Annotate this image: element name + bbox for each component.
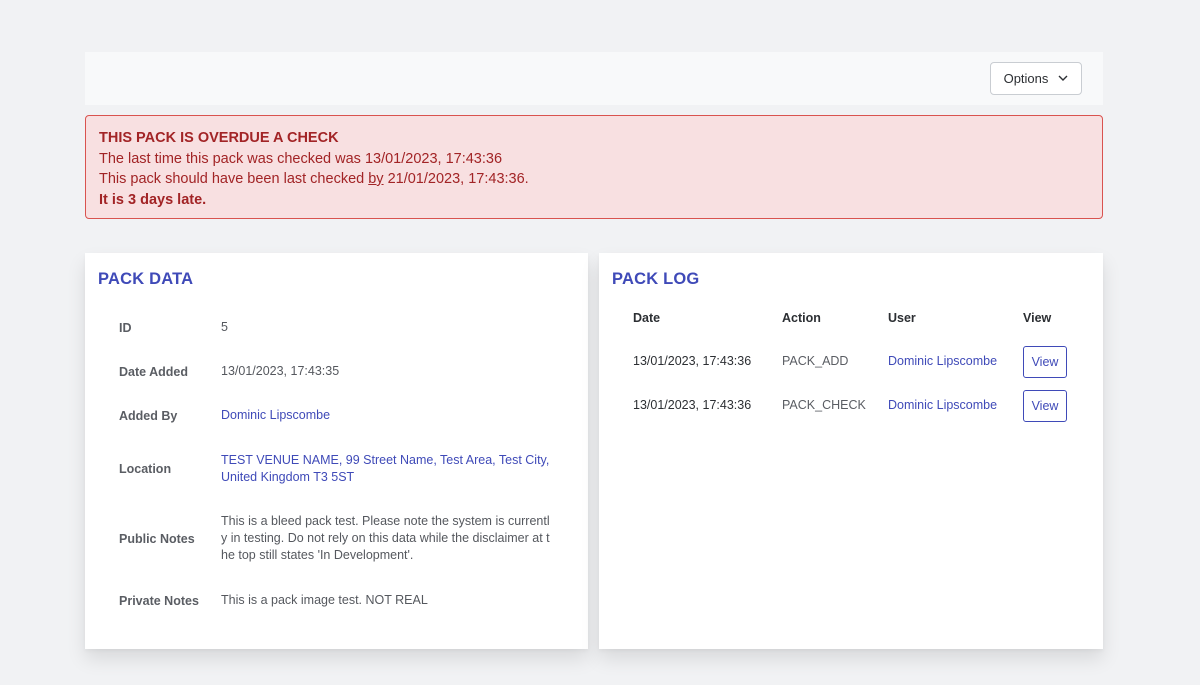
options-label: Options — [1003, 71, 1049, 86]
pack-id-value: 5 — [221, 320, 228, 334]
log-user-link[interactable]: Dominic Lipscombe — [888, 398, 997, 412]
date-added-value: 13/01/2023, 17:43:35 — [221, 364, 340, 378]
private-notes-value: This is a pack image test. NOT REAL — [221, 593, 428, 607]
added-by-row: Added By Dominic Lipscombe — [119, 407, 559, 424]
pack-log-card: PACK LOG Date Action User View 13/01/202… — [599, 253, 1103, 649]
added-by-user-link[interactable]: Dominic Lipscombe — [221, 407, 551, 424]
alert-days-late: It is 3 days late. — [99, 191, 207, 208]
view-log-button[interactable]: View — [1023, 390, 1067, 422]
public-notes-row: Public Notes This is a bleed pack test. … — [119, 513, 559, 564]
alert-due-date: 21/01/2023, 17:43:36. — [383, 171, 529, 187]
pack-id-row: ID 5 — [119, 319, 559, 336]
pack-data-title: PACK DATA — [98, 270, 194, 288]
log-date: 13/01/2023, 17:43:36 — [633, 354, 752, 368]
col-action-header: Action — [782, 311, 821, 325]
public-notes-value: This is a bleed pack test. Please note t… — [221, 514, 550, 562]
alert-due-prefix: This pack should have been last checked — [99, 171, 369, 187]
location-link[interactable]: TEST VENUE NAME, 99 Street Name, Test Ar… — [221, 452, 551, 486]
col-user-header: User — [888, 311, 916, 325]
options-dropdown-button[interactable]: Options — [990, 62, 1082, 95]
alert-due-by: This pack should have been last checked … — [99, 169, 1089, 190]
log-date: 13/01/2023, 17:43:36 — [633, 398, 752, 412]
date-added-label: Date Added — [119, 364, 188, 379]
log-action: PACK_CHECK — [782, 398, 866, 412]
col-view-header: View — [1023, 311, 1052, 325]
pack-log-title: PACK LOG — [612, 270, 700, 288]
col-date-header: Date — [633, 311, 661, 325]
log-user-link[interactable]: Dominic Lipscombe — [888, 354, 997, 368]
public-notes-label: Public Notes — [119, 531, 195, 546]
private-notes-row: Private Notes This is a pack image test.… — [119, 592, 559, 609]
pack-data-card: PACK DATA ID 5 Date Added 13/01/2023, 17… — [85, 253, 588, 649]
pack-id-label: ID — [119, 320, 132, 335]
overdue-alert: THIS PACK IS OVERDUE A CHECK The last ti… — [85, 115, 1103, 219]
location-label: Location — [119, 462, 172, 476]
view-log-button[interactable]: View — [1023, 346, 1067, 378]
location-row: Location TEST VENUE NAME, 99 Street Name… — [119, 452, 559, 486]
alert-title: THIS PACK IS OVERDUE A CHECK — [99, 130, 339, 146]
log-action: PACK_ADD — [782, 354, 849, 368]
chevron-down-icon — [1058, 75, 1068, 81]
added-by-label: Added By — [119, 408, 178, 423]
date-added-row: Date Added 13/01/2023, 17:43:35 — [119, 363, 559, 380]
private-notes-label: Private Notes — [119, 593, 199, 608]
toolbar: Options — [85, 52, 1103, 105]
alert-due-by-word: by — [368, 171, 384, 187]
alert-last-checked: The last time this pack was checked was … — [99, 150, 503, 167]
